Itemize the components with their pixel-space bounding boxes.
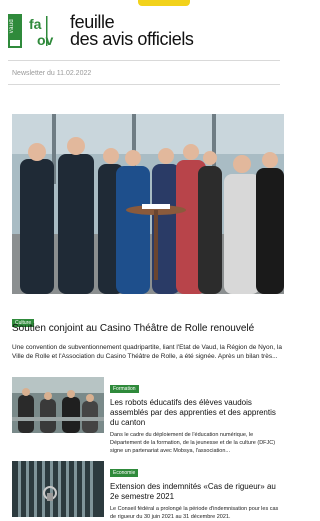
article-summary: Dans le cadre du déploiement de l'éducat… — [110, 432, 276, 454]
main-article-photo[interactable] — [12, 114, 284, 294]
article-body: Economie Extension des indemnités «Cas d… — [110, 461, 282, 521]
vaud-logo[interactable]: vaud — [8, 14, 22, 48]
faov-monogram-icon: fa ov — [28, 14, 64, 48]
brand-name-line2: des avis officiels — [70, 29, 194, 49]
shop-shutter-photo-image — [12, 461, 104, 517]
main-article-title[interactable]: Soutien conjoint au Casino Théâtre de Ro… — [12, 323, 282, 334]
top-accent-tab — [138, 0, 190, 6]
group-photo-image — [12, 114, 284, 294]
main-article-lead: Une convention de subventionnement quadr… — [12, 344, 282, 360]
newsletter-header: vaud fa ov feuille des avis officiels — [8, 10, 278, 52]
article-item[interactable]: Economie Extension des indemnités «Cas d… — [12, 461, 282, 520]
article-thumbnail[interactable] — [12, 377, 104, 433]
article-thumbnail[interactable] — [12, 461, 104, 517]
header-divider — [8, 60, 280, 61]
issue-date: Newsletter du 11.02.2022 — [12, 70, 92, 77]
faov-logo[interactable]: fa ov — [28, 14, 64, 48]
article-title[interactable]: Les robots éducatifs des élèves vaudois … — [110, 398, 282, 428]
category-tag[interactable]: Economie — [110, 469, 139, 477]
article-item[interactable]: Formation Les robots éducatifs des élève… — [12, 377, 282, 454]
article-body: Formation Les robots éducatifs des élève… — [110, 377, 282, 455]
brand-name: feuille des avis officiels — [70, 13, 194, 49]
workshop-photo-image — [12, 377, 104, 433]
article-title[interactable]: Extension des indemnités «Cas de rigueur… — [110, 482, 282, 502]
issue-divider — [8, 84, 280, 85]
category-tag[interactable]: Formation — [110, 385, 139, 393]
vaud-logo-text: vaud — [9, 19, 15, 34]
svg-text:fa: fa — [29, 16, 42, 32]
svg-text:ov: ov — [37, 32, 54, 48]
vaud-emblem-icon — [10, 40, 20, 46]
article-summary: Le Conseil fédéral a prolongé la période… — [110, 506, 279, 520]
